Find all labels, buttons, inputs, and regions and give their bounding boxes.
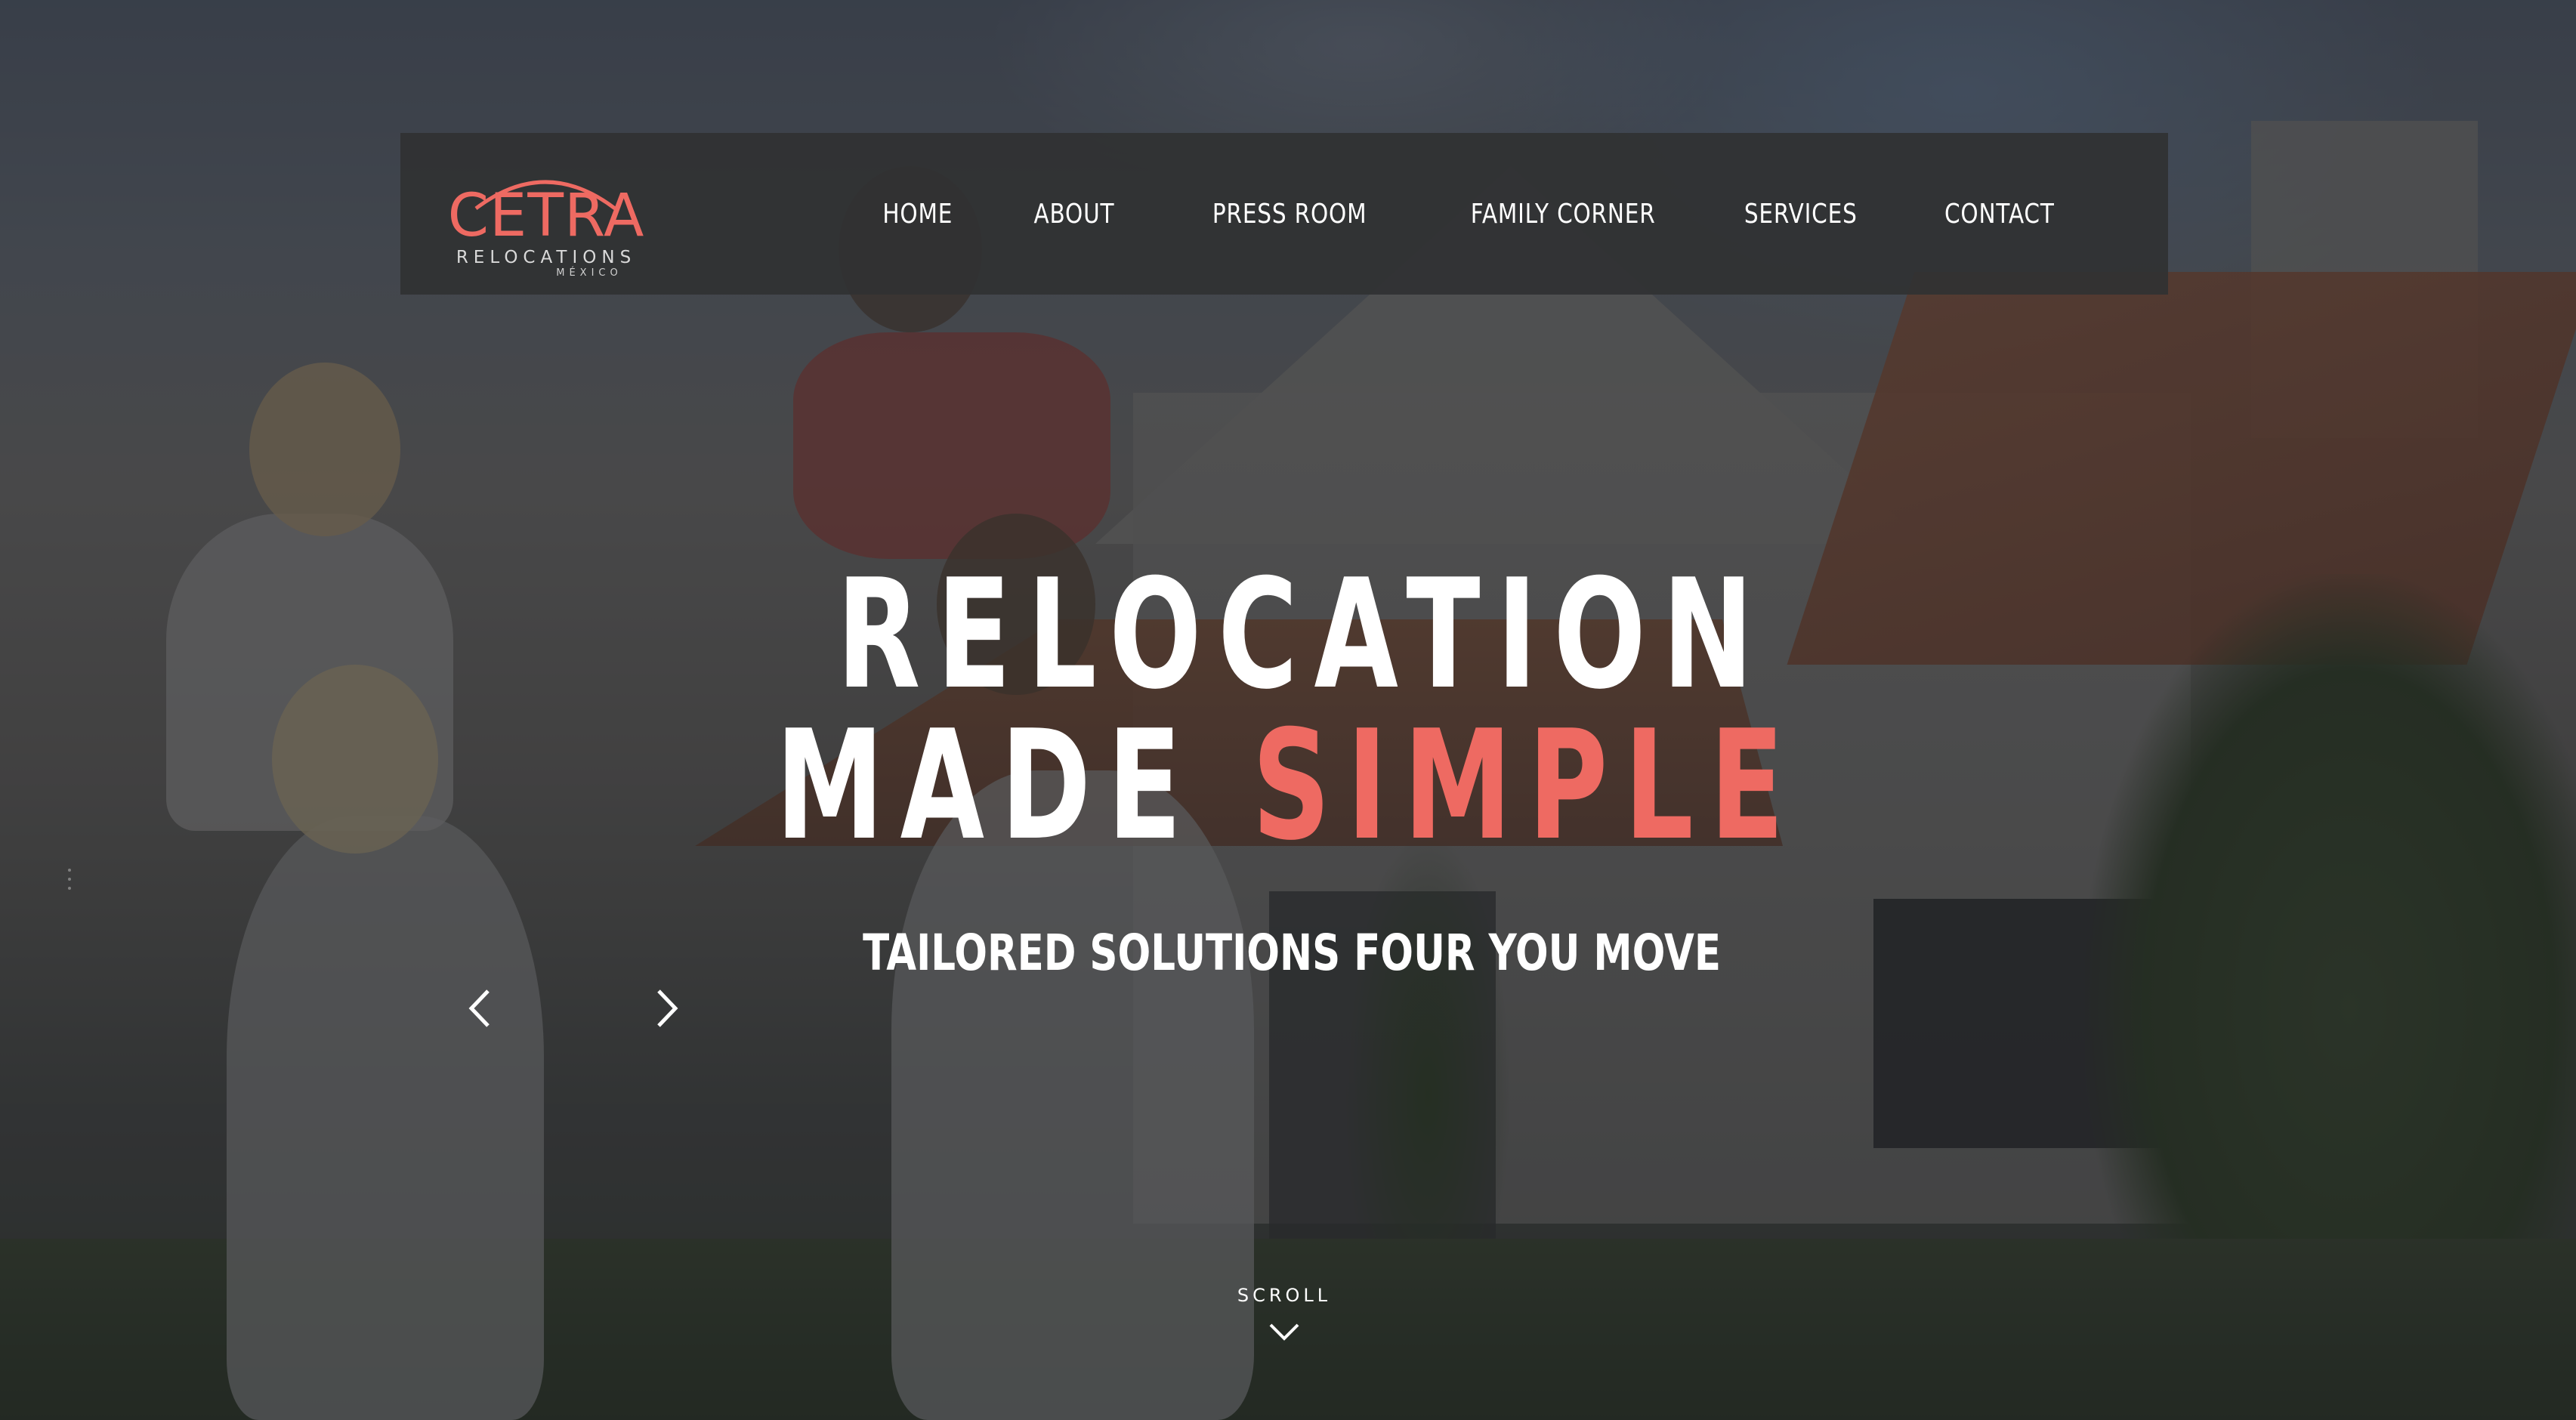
- nav-item-family-corner[interactable]: FAMILY CORNER: [1471, 199, 1656, 230]
- carousel-next-button[interactable]: [644, 982, 689, 1035]
- nav-item-about[interactable]: ABOUT: [1034, 199, 1115, 230]
- chevron-right-icon: [657, 989, 678, 1027]
- logo-name: CETRA: [447, 182, 645, 250]
- carousel-prev-button[interactable]: [458, 982, 503, 1035]
- nav-item-home[interactable]: HOME: [882, 199, 953, 230]
- nav-item-contact[interactable]: CONTACT: [1944, 199, 2055, 230]
- headline-simple: SIMPLE: [1252, 698, 1801, 875]
- logo-subtitle: RELOCATIONS: [456, 248, 637, 267]
- scroll-label: SCROLL: [1237, 1285, 1332, 1306]
- hero-subheadline: TAILORED SOLUTIONS FOUR YOU MOVE: [863, 924, 1721, 982]
- hero-section: CETRA RELOCATIONS MÉXICO HOME ABOUT PRES…: [0, 0, 2576, 1420]
- scroll-indicator[interactable]: SCROLL: [1209, 1284, 1360, 1343]
- chevron-down-icon: [1269, 1323, 1299, 1341]
- side-dots-decoration: [68, 869, 76, 899]
- chevron-left-icon: [468, 989, 490, 1027]
- nav-item-press-room[interactable]: PRESS ROOM: [1212, 199, 1367, 230]
- nav-menu: HOME ABOUT PRESS ROOM FAMILY CORNER SERV…: [804, 133, 2055, 295]
- logo-country: MÉXICO: [556, 267, 622, 279]
- headline-made: MADE: [775, 698, 1252, 875]
- cetra-logo[interactable]: CETRA RELOCATIONS MÉXICO: [444, 150, 648, 279]
- nav-item-services[interactable]: SERVICES: [1744, 199, 1858, 230]
- hero-headline: RELOCATION MADE SIMPLE: [0, 560, 2576, 862]
- headline-line-1: RELOCATION: [836, 547, 1770, 724]
- headline-line-2: MADE SIMPLE: [360, 711, 2215, 862]
- main-navbar: CETRA RELOCATIONS MÉXICO HOME ABOUT PRES…: [400, 133, 2168, 295]
